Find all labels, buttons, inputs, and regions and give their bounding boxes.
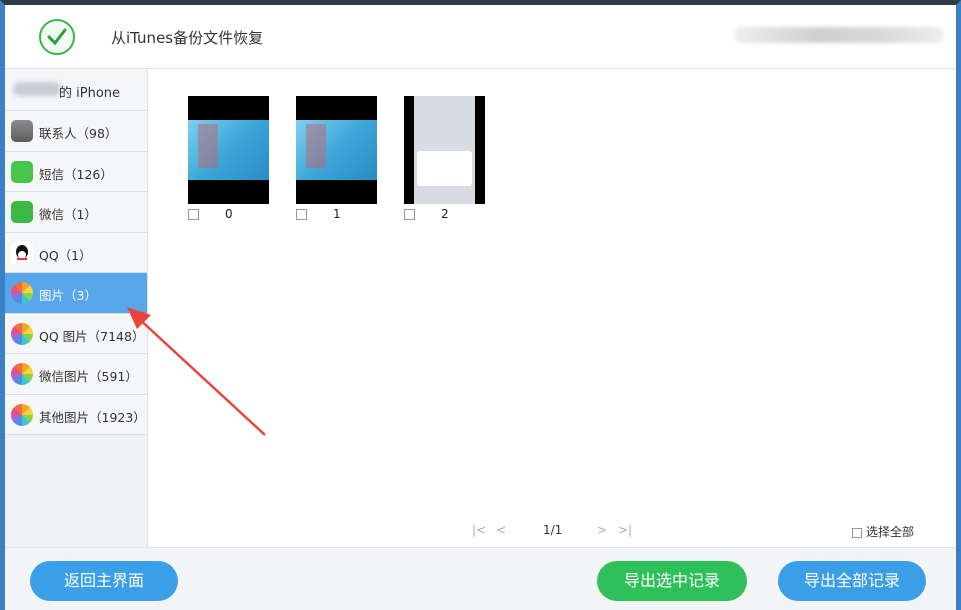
back-to-main-button[interactable]: 返回主界面 (30, 561, 178, 601)
app-window: 从iTunes备份文件恢复 的 iPhone 联系人（98） 短信（126） 微… (0, 0, 961, 610)
page-title: 从iTunes备份文件恢复 (111, 29, 264, 47)
photo-select-row: 1 (296, 207, 341, 221)
export-selected-button[interactable]: 导出选中记录 (597, 561, 747, 601)
qq-icon (11, 241, 33, 264)
photos-icon (11, 282, 33, 304)
prev-page-icon[interactable]: < (496, 523, 506, 537)
photo-checkbox[interactable] (188, 209, 199, 220)
device-selector[interactable]: 的 iPhone (5, 69, 147, 111)
sidebar-item-sms[interactable]: 短信（126） (5, 151, 147, 192)
page-indicator: 1/1 (543, 523, 563, 537)
select-all[interactable]: 选择全部 (851, 523, 914, 540)
sidebar-item-label: 短信（126） (39, 166, 113, 182)
photo-image (188, 120, 269, 180)
photo-select-row: 2 (404, 207, 449, 221)
sidebar-item-wechat[interactable]: 微信（1） (5, 192, 147, 233)
sidebar-item-label: 微信（1） (39, 207, 97, 222)
photo-image (414, 96, 475, 204)
photo-select-row: 0 (188, 207, 233, 221)
other-photos-icon (11, 403, 33, 426)
photo-thumbnail[interactable] (188, 96, 269, 204)
photo-index: 0 (225, 207, 233, 221)
annotation-arrow-icon (127, 307, 266, 436)
sidebar-item-contacts[interactable]: 联系人（98） (5, 111, 147, 152)
next-page-icon[interactable]: > (597, 523, 607, 537)
device-name-redacted (13, 82, 61, 96)
wechat-icon (11, 201, 33, 223)
wechat-photos-icon (11, 363, 33, 385)
sidebar-item-label: QQ（1） (39, 247, 92, 263)
header: 从iTunes备份文件恢复 (5, 5, 956, 69)
footer: 返回主界面 导出选中记录 导出全部记录 (5, 547, 956, 610)
photo-checkbox[interactable] (404, 209, 415, 220)
sidebar-item-label: 图片（3） (39, 288, 97, 303)
last-page-icon[interactable]: >| (618, 523, 632, 537)
photo-image (296, 120, 377, 180)
export-all-button[interactable]: 导出全部记录 (778, 561, 926, 601)
select-all-label: 选择全部 (865, 525, 914, 539)
first-page-icon[interactable]: |< (472, 523, 486, 537)
sms-icon (11, 160, 33, 183)
photo-index: 2 (441, 207, 449, 221)
photo-checkbox[interactable] (296, 209, 307, 220)
photo-thumbnail[interactable] (296, 96, 377, 204)
qq-photos-icon (11, 322, 33, 345)
app-logo-icon (39, 19, 75, 55)
contacts-icon (11, 120, 33, 142)
sidebar-item-qq[interactable]: QQ（1） (5, 232, 147, 273)
select-all-checkbox[interactable] (851, 527, 862, 538)
account-info-redacted (734, 27, 944, 43)
photo-thumbnail[interactable] (404, 96, 485, 204)
photo-index: 1 (333, 207, 341, 221)
device-label: 的 iPhone (59, 86, 121, 101)
sidebar-item-label: 联系人（98） (39, 126, 118, 141)
